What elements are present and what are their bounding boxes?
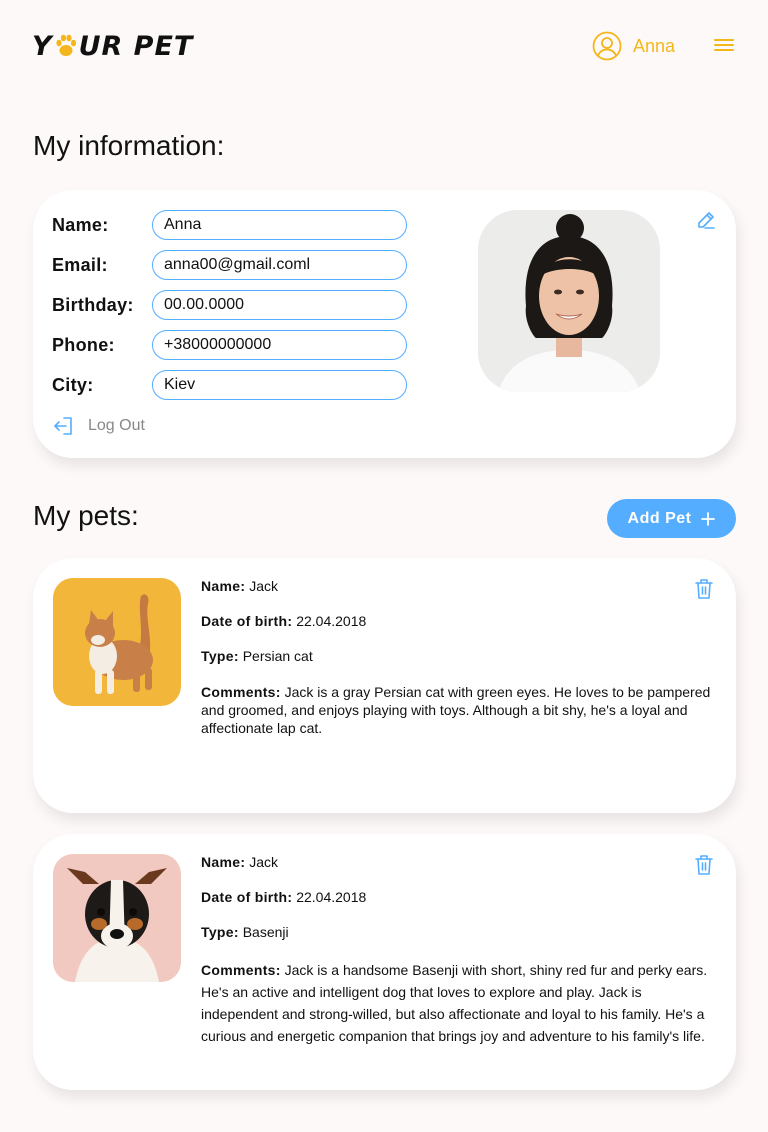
cat-photo	[53, 578, 181, 706]
info-title: My information:	[33, 130, 225, 161]
pencil-icon[interactable]	[696, 210, 716, 230]
pet-dob-key: Date of birth:	[201, 889, 293, 905]
paw-icon	[55, 34, 76, 56]
logo-text: UR PET	[78, 30, 194, 62]
pet-comments: Comments: Jack is a handsome Basenji wit…	[201, 959, 718, 1047]
city-label: City:	[52, 374, 94, 395]
user-name: Anna	[633, 35, 676, 56]
user-photo	[478, 210, 660, 392]
pet-name: Name: Jack	[201, 854, 718, 873]
pet-type-value: Persian cat	[242, 648, 313, 664]
pet-dob: Date of birth: 22.04.2018	[201, 889, 718, 908]
birthday-label: Birthday:	[52, 294, 134, 315]
pet-photo	[53, 854, 181, 982]
pets-title: My pets:	[33, 500, 139, 531]
birthday-input[interactable]	[152, 290, 407, 320]
trash-icon[interactable]	[694, 854, 714, 876]
info-card: Name: Email: Birthday: Phone: City: Log …	[33, 190, 736, 458]
city-input[interactable]	[152, 370, 407, 400]
pet-dob-key: Date of birth:	[201, 613, 293, 629]
name-row: Name:	[52, 210, 408, 240]
trash-icon[interactable]	[694, 578, 714, 600]
pet-dob-value: 22.04.2018	[296, 889, 367, 905]
pet-name-value: Jack	[249, 854, 278, 870]
user-circle-icon	[592, 31, 622, 61]
burger-menu-icon[interactable]	[714, 37, 734, 53]
pet-card: Name: Jack Date of birth: 22.04.2018 Typ…	[33, 558, 736, 813]
pet-comments: Comments: Jack is a gray Persian cat wit…	[201, 683, 718, 737]
pet-type-value: Basenji	[242, 924, 289, 940]
logout-icon	[54, 417, 72, 435]
logo[interactable]: Y UR PET	[32, 30, 193, 62]
city-row: City:	[52, 370, 408, 400]
pet-comments-key: Comments:	[201, 962, 281, 978]
pet-type-key: Type:	[201, 924, 239, 940]
add-pet-label: Add Pet	[627, 509, 692, 527]
pet-type-key: Type:	[201, 648, 239, 664]
email-row: Email:	[52, 250, 408, 280]
pet-type: Type: Persian cat	[201, 648, 718, 667]
email-input[interactable]	[152, 250, 407, 280]
logout-label: Log Out	[88, 417, 145, 434]
pet-name-key: Name:	[201, 578, 246, 594]
pet-comments-key: Comments:	[201, 684, 281, 700]
pet-dob: Date of birth: 22.04.2018	[201, 613, 718, 632]
pet-name-key: Name:	[201, 854, 246, 870]
pet-name-value: Jack	[249, 578, 278, 594]
pet-type: Type: Basenji	[201, 924, 718, 943]
logout-button[interactable]: Log Out	[53, 416, 145, 436]
pet-info: Name: Jack Date of birth: 22.04.2018 Typ…	[201, 854, 718, 1047]
birthday-row: Birthday:	[52, 290, 408, 320]
phone-input[interactable]	[152, 330, 407, 360]
dog-photo	[53, 854, 181, 982]
name-label: Name:	[52, 214, 109, 235]
pet-card: Name: Jack Date of birth: 22.04.2018 Typ…	[33, 834, 736, 1090]
user-profile-link[interactable]: Anna	[592, 31, 675, 61]
pet-dob-value: 22.04.2018	[296, 613, 367, 629]
plus-icon	[701, 511, 716, 526]
pet-photo	[53, 578, 181, 706]
user-avatar[interactable]	[478, 210, 660, 392]
pet-name: Name: Jack	[201, 578, 718, 597]
pet-info: Name: Jack Date of birth: 22.04.2018 Typ…	[201, 578, 718, 737]
logo-letter-y: Y	[32, 30, 53, 62]
email-label: Email:	[52, 254, 108, 275]
phone-label: Phone:	[52, 334, 115, 355]
name-input[interactable]	[152, 210, 407, 240]
phone-row: Phone:	[52, 330, 408, 360]
add-pet-button[interactable]: Add Pet	[607, 499, 736, 538]
